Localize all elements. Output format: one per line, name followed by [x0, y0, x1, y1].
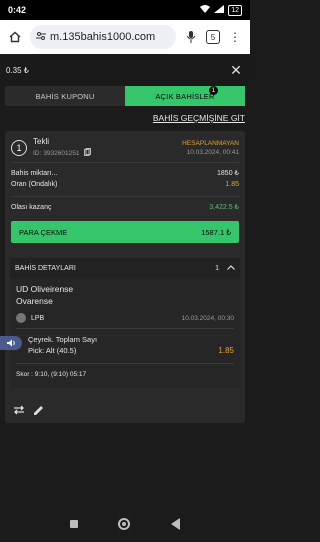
overflow-menu-icon[interactable]: ⋮: [226, 28, 244, 46]
team-away: Ovarense: [16, 296, 53, 306]
open-bets-count-badge: 1: [209, 86, 218, 95]
swap-icon[interactable]: [13, 405, 25, 419]
stake-value: 1850 ₺: [217, 170, 239, 177]
bet-id-label: ID:: [33, 149, 42, 157]
close-icon[interactable]: ✕: [228, 62, 244, 78]
copy-icon[interactable]: [84, 148, 92, 158]
betslip-header: 0.35 ₺ ✕: [0, 54, 250, 86]
url-text[interactable]: m.135bahis1000.com: [50, 31, 155, 43]
battery-icon: 12: [228, 4, 242, 16]
bet-card: 1 Tekli ID: 3932601251 HESAPLANMAYAN 10.…: [5, 131, 245, 423]
score-text: Skor : 9:10, (9:10) 05:17: [16, 371, 87, 378]
tab-switcher-button[interactable]: 5: [206, 30, 220, 44]
potential-win-value: 3,422.5 ₺: [209, 204, 239, 211]
status-bar: 0:42 12: [0, 0, 250, 20]
bet-history-link[interactable]: BAHİS GEÇMİŞİNE GİT: [153, 113, 245, 123]
bet-status: HESAPLANMAYAN: [182, 139, 239, 147]
league-icon: [16, 313, 26, 323]
divider: [11, 196, 239, 197]
bet-details-title: BAHİS DETAYLARI: [15, 264, 76, 272]
bet-card-actions: [13, 405, 44, 419]
bet-type-number: 1: [11, 139, 27, 156]
home-button[interactable]: [118, 518, 131, 530]
divider: [16, 328, 234, 329]
event-time: 10.03.2024, 00:30: [181, 314, 234, 322]
tab-bet-coupon-label: BAHİS KUPONU: [35, 91, 95, 101]
signal-icon: [214, 5, 225, 15]
tab-bet-coupon[interactable]: BAHİS KUPONU: [5, 86, 125, 106]
balance-text: 0.35 ₺: [6, 65, 29, 75]
tab-open-bets[interactable]: AÇIK BAHİSLER 1: [125, 86, 245, 106]
market-name: Çeyrek. Toplam Sayı: [28, 335, 98, 344]
bet-card-header: 1 Tekli ID: 3932601251 HESAPLANMAYAN 10.…: [11, 137, 239, 158]
system-navigation-bar: [0, 506, 250, 542]
stake-label: Bahis miktarı...: [11, 169, 58, 177]
edit-icon[interactable]: [33, 405, 44, 419]
tab-open-bets-label: AÇIK BAHİSLER: [155, 91, 215, 101]
status-icons: 12: [200, 4, 242, 16]
wifi-icon: [200, 5, 211, 15]
home-icon[interactable]: [6, 28, 24, 46]
odds-value: 1.85: [225, 181, 239, 188]
odds-label: Oran (Ondalık): [11, 181, 58, 188]
address-bar[interactable]: m.135bahis1000.com: [30, 25, 176, 49]
speaker-widget-icon[interactable]: [0, 336, 22, 350]
bet-id: 3932601251: [43, 149, 80, 157]
bet-type-label: Tekli: [33, 137, 50, 146]
chevron-up-icon[interactable]: [227, 264, 235, 272]
mic-icon[interactable]: [182, 28, 200, 46]
cashout-label: PARA ÇEKME: [19, 227, 68, 237]
bet-details-panel: UD Oliveirense Ovarense LPB 10.03.2024, …: [10, 278, 240, 388]
bet-details-count: 1: [215, 264, 219, 272]
site-settings-icon[interactable]: [36, 31, 46, 44]
back-button[interactable]: [170, 518, 180, 530]
cashout-amount: 1587.1 ₺: [201, 227, 231, 237]
cashout-button[interactable]: PARA ÇEKME 1587.1 ₺: [11, 221, 239, 243]
divider: [11, 162, 239, 163]
team-home: UD Oliveirense: [16, 284, 74, 294]
status-time: 0:42: [8, 5, 27, 15]
pick-odds: 1.85: [218, 346, 234, 355]
betslip-tabs: BAHİS KUPONU AÇIK BAHİSLER 1: [5, 86, 245, 106]
recents-button[interactable]: [70, 520, 79, 528]
bet-datetime: 10.03.2024, 00:41: [186, 148, 239, 156]
potential-win-label: Olası kazanç: [11, 203, 52, 211]
divider: [16, 363, 234, 364]
bet-details-toggle[interactable]: BAHİS DETAYLARI 1: [10, 258, 240, 278]
league-name: LPB: [31, 314, 45, 322]
pick-text: Pick: Alt (40.5): [28, 346, 77, 355]
browser-toolbar: m.135bahis1000.com 5 ⋮: [0, 20, 250, 54]
